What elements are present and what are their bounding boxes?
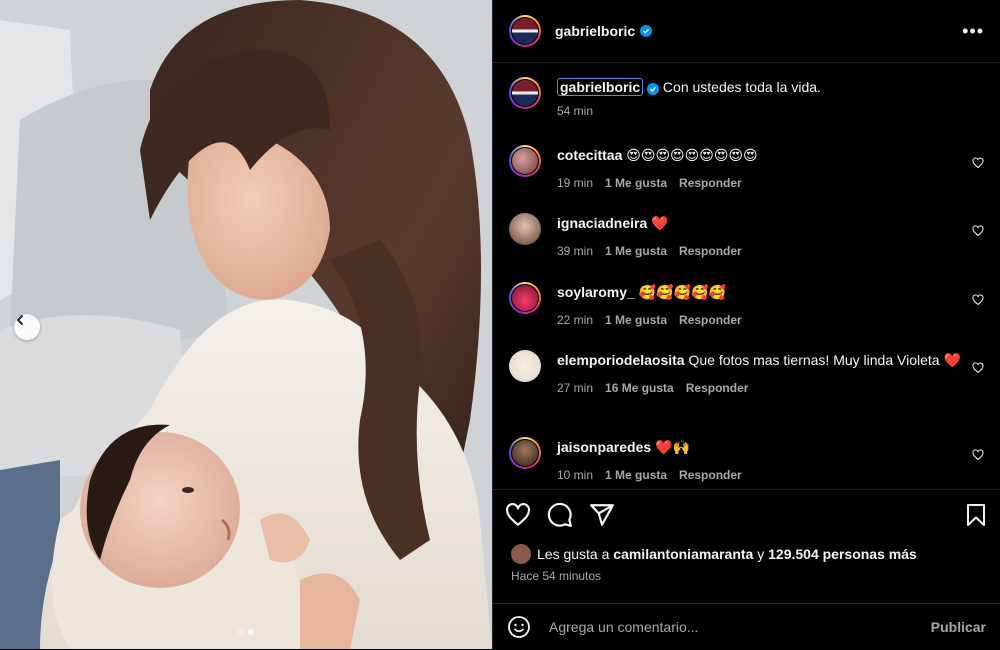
caption-username[interactable]: gabrielboric [557,78,644,96]
caption: gabrielboric Con ustedes toda la vida. 5… [509,77,988,121]
reply-button[interactable]: Responder [679,173,742,193]
caption-avatar[interactable] [509,77,541,109]
author-name-text[interactable]: gabrielboric [555,23,635,39]
previous-photo-button[interactable] [14,314,40,340]
comment-username[interactable]: cotecittaa [557,147,622,163]
reply-button[interactable]: Responder [679,241,742,261]
comment-heart-icon[interactable] [972,225,984,237]
commenter-avatar[interactable] [509,437,541,469]
comment-username[interactable]: jaisonparedes [557,439,651,455]
carousel-dots [0,629,492,635]
post-header: gabrielboric ••• [493,0,1000,63]
verified-icon [647,83,660,95]
more-options-icon[interactable]: ••• [962,21,984,42]
comment-likes[interactable]: 16 Me gusta [605,378,674,398]
photo-illustration [0,0,492,649]
publish-button[interactable]: Publicar [931,619,986,635]
commenter-avatar[interactable] [509,213,541,245]
reply-button[interactable]: Responder [679,465,742,485]
comment-item: elemporiodelaosita Que fotos mas tiernas… [509,350,988,398]
post-actions: Les gusta a camilantoniamaranta y 129.50… [493,489,1000,650]
comment-username[interactable]: soylaromy_ [557,284,635,300]
comment-likes[interactable]: 1 Me gusta [605,310,667,330]
comment-item: jaisonparedes ❤️🙌 10 min 1 Me gusta Resp… [509,437,988,485]
comment-item: ignaciadneira ❤️ 39 min 1 Me gusta Respo… [509,213,988,261]
liker-avatar[interactable] [511,544,531,564]
chevron-left-icon [16,315,23,325]
comment-likes[interactable]: 1 Me gusta [605,465,667,485]
comment-text: ❤️🙌 [655,439,690,455]
likes-connector: y [757,546,765,562]
caption-time: 54 min [557,104,594,118]
comment-likes[interactable]: 1 Me gusta [605,173,667,193]
likes-summary: Les gusta a camilantoniamaranta y 129.50… [511,544,917,564]
commenter-avatar[interactable] [509,350,541,382]
comment-username[interactable]: elemporiodelaosita [557,352,685,368]
liker-username[interactable]: camilantoniamaranta [613,546,753,562]
add-comment-bar: Publicar [493,603,1000,650]
heart-icon[interactable] [505,502,531,528]
comments-list: gabrielboric Con ustedes toda la vida. 5… [493,63,1000,489]
comment-heart-icon[interactable] [972,362,984,374]
comment-icon[interactable] [547,502,573,528]
comment-heart-icon[interactable] [972,157,984,169]
comment-time: 19 min [557,176,594,190]
post-details-panel: gabrielboric ••• gabrielboric Con ustede… [492,0,1000,649]
comment-time: 22 min [557,313,594,327]
comment-likes[interactable]: 1 Me gusta [605,241,667,261]
comment-text: Que fotos mas tiernas! Muy linda Violeta… [688,352,961,368]
share-icon[interactable] [589,502,615,528]
likes-count[interactable]: 129.504 personas más [768,546,917,562]
commenter-avatar[interactable] [509,282,541,314]
comment-time: 27 min [557,381,594,395]
comment-item: cotecittaa 😍😍😍😍😍😍😍😍😍 19 min 1 Me gusta R… [509,145,988,193]
reply-button[interactable]: Responder [679,310,742,330]
post-timestamp: Hace 54 minutos [511,569,602,583]
likes-prefix: Les gusta a [537,546,610,562]
comment-text: 😍😍😍😍😍😍😍😍😍 [626,147,758,163]
carousel-dot-active [248,629,254,635]
comment-heart-icon[interactable] [972,449,984,461]
post-photo [0,0,492,649]
comment-input[interactable] [547,618,931,636]
caption-text: Con ustedes toda la vida. [662,79,821,95]
comment-text: 🥰🥰🥰🥰🥰 [638,284,726,300]
comment-time: 39 min [557,244,594,258]
carousel-dot [238,629,244,635]
author-avatar[interactable] [509,15,541,47]
author-username[interactable]: gabrielboric [555,23,653,39]
comment-text: ❤️ [651,215,669,231]
commenter-avatar[interactable] [509,145,541,177]
bookmark-icon[interactable] [964,502,988,528]
verified-icon [640,25,653,37]
comment-username[interactable]: ignaciadneira [557,215,647,231]
comment-heart-icon[interactable] [972,294,984,306]
emoji-icon[interactable] [507,615,531,639]
comment-time: 10 min [557,468,594,482]
reply-button[interactable]: Responder [686,378,749,398]
comment-item: soylaromy_ 🥰🥰🥰🥰🥰 22 min 1 Me gusta Respo… [509,282,988,330]
